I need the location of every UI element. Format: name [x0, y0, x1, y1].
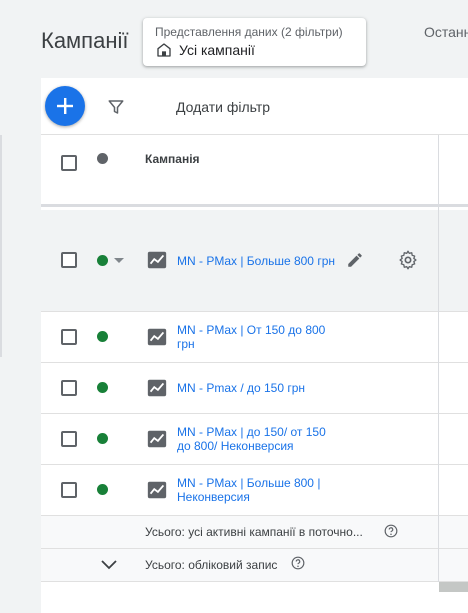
- chart-icon: [147, 328, 167, 346]
- row-checkbox[interactable]: [61, 329, 77, 345]
- table-row[interactable]: MN - PMax | Больше 800 | Неконверсия: [41, 465, 468, 516]
- status-enabled-icon[interactable]: [97, 433, 108, 444]
- filter-icon[interactable]: [107, 98, 125, 116]
- status-enabled-icon[interactable]: [97, 255, 108, 266]
- campaign-name-link[interactable]: MN - PMax | до 150/ от 150 до 800/ Некон…: [177, 425, 337, 453]
- status-enabled-icon[interactable]: [97, 484, 108, 495]
- gear-icon[interactable]: [398, 250, 418, 270]
- table-row[interactable]: MN - PMax | Больше 800 грн: [41, 210, 468, 312]
- chevron-down-icon[interactable]: [101, 559, 117, 571]
- row-checkbox[interactable]: [61, 482, 77, 498]
- row-checkbox[interactable]: [61, 380, 77, 396]
- row-checkbox[interactable]: [61, 431, 77, 447]
- campaign-column-header[interactable]: Кампанія: [145, 152, 200, 166]
- chart-icon: [147, 430, 167, 448]
- add-campaign-button[interactable]: [45, 86, 85, 126]
- total-active-label: Усього: усі активні кампанії в поточно..…: [145, 525, 363, 539]
- page-title: Кампанії: [41, 28, 129, 53]
- last-period-label[interactable]: Останн: [424, 24, 468, 40]
- add-filter-button[interactable]: Додати фільтр: [176, 99, 270, 115]
- status-column-icon[interactable]: [97, 153, 108, 164]
- table-row[interactable]: MN - PMax | до 150/ от 150 до 800/ Некон…: [41, 414, 468, 465]
- table-header: Кампанія: [41, 135, 468, 207]
- total-active-row: Усього: усі активні кампанії в поточно..…: [41, 516, 468, 549]
- toolbar: Додати фільтр: [41, 78, 468, 135]
- total-account-row: Усього: обліковий запис: [41, 549, 468, 582]
- campaign-name-link[interactable]: MN - Pmax / до 150 грн: [177, 381, 305, 395]
- column-divider: [438, 135, 439, 582]
- chart-icon: [147, 379, 167, 397]
- table-row[interactable]: MN - Pmax / до 150 грн: [41, 363, 468, 414]
- horizontal-scrollbar[interactable]: [439, 582, 468, 592]
- view-caption: Представлення даних (2 фільтри): [155, 25, 343, 39]
- view-selector[interactable]: Представлення даних (2 фільтри) Усі камп…: [143, 18, 366, 66]
- left-divider: [0, 135, 2, 357]
- campaigns-panel: Додати фільтр Кампанія MN - PMax | Больш…: [41, 78, 468, 613]
- status-enabled-icon[interactable]: [97, 331, 108, 342]
- campaign-name-link[interactable]: MN - PMax | От 150 до 800 грн: [177, 323, 337, 351]
- view-value: Усі кампанії: [179, 42, 255, 58]
- select-all-checkbox[interactable]: [61, 155, 77, 171]
- campaign-name-link[interactable]: MN - PMax | Больше 800 грн: [177, 254, 335, 268]
- chart-icon: [147, 481, 167, 499]
- campaign-name-link[interactable]: MN - PMax | Больше 800 | Неконверсия: [177, 476, 337, 504]
- help-icon[interactable]: [384, 524, 398, 538]
- total-account-label: Усього: обліковий запис: [145, 558, 278, 572]
- status-enabled-icon[interactable]: [97, 382, 108, 393]
- row-checkbox[interactable]: [61, 252, 77, 268]
- chart-icon: [147, 251, 167, 269]
- edit-icon[interactable]: [346, 251, 364, 269]
- help-icon[interactable]: [291, 556, 305, 570]
- table-row[interactable]: MN - PMax | От 150 до 800 грн: [41, 312, 468, 363]
- home-icon: [157, 43, 171, 57]
- add-icon: [57, 98, 73, 114]
- status-dropdown-icon[interactable]: [114, 258, 124, 263]
